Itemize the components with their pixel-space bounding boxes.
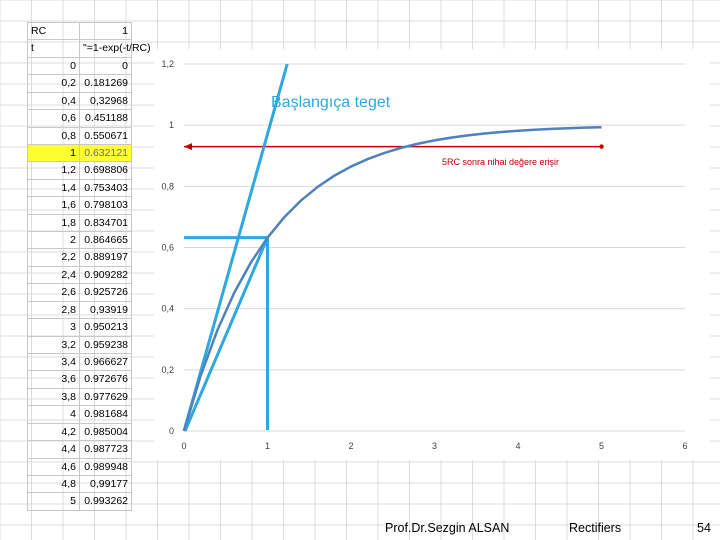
y-tick-label: 1 [169,120,174,130]
chart-area [154,49,710,460]
y-tick-label: 1,2 [161,59,174,69]
final-value-end-dot [599,144,604,149]
y-tick-label: 0,6 [161,243,174,253]
x-tick-label: 6 [682,441,687,451]
x-tick-label: 4 [515,441,520,451]
x-tick-label: 2 [348,441,353,451]
x-tick-label: 1 [265,441,270,451]
rc-charging-chart: 0 0,2 0,4 0,6 0,8 1 1,2 0 1 2 3 4 5 6 Başlangıça teg… [154,49,710,460]
y-tick-label: 0 [169,426,174,436]
y-tick-label: 0,2 [161,365,174,375]
tangent-annotation-label: Başlangıça teget [271,94,391,111]
x-tick-label: 0 [181,441,186,451]
x-tick-label: 3 [432,441,437,451]
y-tick-label: 0,4 [161,304,174,314]
y-tick-label: 0,8 [161,181,174,191]
footer-page-number: 54 [697,521,711,535]
x-tick-label: 5 [599,441,604,451]
final-value-annotation-label: 5RC sonra nihai değere erişir [442,157,559,167]
footer-topic: Rectifiers [569,521,622,535]
footer-author: Prof.Dr.Sezgin ALSAN [385,521,510,535]
